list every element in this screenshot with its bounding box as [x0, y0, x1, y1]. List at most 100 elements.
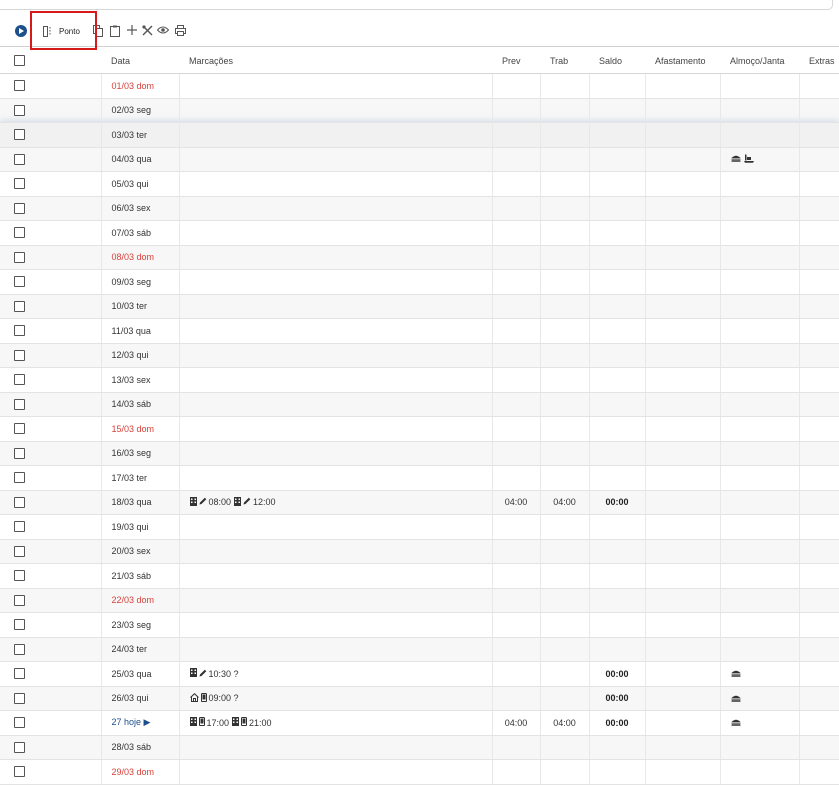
time-mark[interactable]: 09:00 ?: [189, 692, 239, 704]
row-checkbox[interactable]: [14, 129, 25, 141]
print-icon[interactable]: [175, 25, 186, 36]
row-marcacoes[interactable]: [178, 588, 492, 613]
row-marcacoes[interactable]: [178, 122, 492, 148]
row-marcacoes[interactable]: 08:00 12:00: [178, 490, 492, 515]
row-date[interactable]: 01/03 dom: [100, 73, 179, 99]
row-date[interactable]: 04/03 qua: [100, 147, 179, 172]
row-date[interactable]: 24/03 ter: [100, 637, 179, 662]
col-trab[interactable]: Trab: [540, 48, 589, 74]
row-date[interactable]: 20/03 sex: [100, 539, 179, 564]
row-marcacoes[interactable]: [178, 514, 492, 540]
select-all-checkbox[interactable]: [14, 55, 25, 67]
table-row[interactable]: 15/03 dom: [0, 416, 839, 442]
row-checkbox[interactable]: [14, 227, 25, 239]
row-checkbox[interactable]: [14, 643, 25, 655]
row-checkbox[interactable]: [14, 717, 25, 729]
row-date[interactable]: 15/03 dom: [100, 416, 179, 442]
table-row[interactable]: 22/03 dom: [0, 588, 839, 613]
row-date[interactable]: 06/03 sex: [100, 196, 179, 221]
row-marcacoes[interactable]: [178, 73, 492, 99]
row-date[interactable]: 12/03 qui: [100, 343, 179, 368]
table-row[interactable]: 19/03 qui: [0, 514, 839, 540]
row-checkbox[interactable]: [14, 276, 25, 288]
row-checkbox[interactable]: [14, 398, 25, 410]
row-date[interactable]: 10/03 ter: [100, 294, 179, 319]
row-marcacoes[interactable]: [178, 759, 492, 785]
table-row[interactable]: 23/03 seg: [0, 612, 839, 638]
play-icon[interactable]: [15, 25, 27, 37]
time-mark[interactable]: 21:00: [232, 717, 272, 728]
plus-icon[interactable]: [127, 25, 137, 35]
row-date[interactable]: 14/03 sáb: [100, 392, 179, 417]
row-date[interactable]: 13/03 sex: [100, 367, 179, 393]
row-date[interactable]: 17/03 ter: [100, 465, 179, 491]
time-mark[interactable]: 10:30 ?: [189, 668, 239, 679]
row-date[interactable]: 09/03 seg: [100, 269, 179, 295]
burger-icon[interactable]: [731, 718, 741, 728]
table-row[interactable]: 28/03 sáb: [0, 735, 839, 760]
table-row[interactable]: 01/03 dom: [0, 73, 839, 99]
table-row[interactable]: 29/03 dom: [0, 759, 839, 785]
row-checkbox[interactable]: [14, 447, 25, 459]
row-date[interactable]: 05/03 qui: [100, 171, 179, 197]
table-row[interactable]: 20/03 sex: [0, 539, 839, 564]
col-marcacoes[interactable]: Marcações: [179, 48, 492, 74]
col-data[interactable]: Data: [101, 48, 179, 74]
row-marcacoes[interactable]: [178, 563, 492, 589]
row-date[interactable]: 25/03 qua: [100, 661, 179, 687]
table-row[interactable]: 04/03 qua: [0, 147, 839, 172]
row-checkbox[interactable]: [14, 594, 25, 606]
row-marcacoes[interactable]: [178, 147, 492, 172]
burger-icon[interactable]: [731, 669, 741, 679]
row-marcacoes[interactable]: [178, 392, 492, 417]
table-row[interactable]: 25/03 qua 10:30 ? 00:00: [0, 661, 839, 687]
row-checkbox[interactable]: [14, 545, 25, 557]
row-date[interactable]: 27 hoje ▶: [100, 710, 179, 736]
table-row[interactable]: 14/03 sáb: [0, 392, 839, 417]
row-checkbox[interactable]: [14, 325, 25, 337]
table-row[interactable]: 27 hoje ▶ 17:00 21:00 04:00 04:00 00:00: [0, 710, 839, 736]
row-checkbox[interactable]: [14, 521, 25, 533]
row-marcacoes[interactable]: [178, 735, 492, 760]
row-marcacoes[interactable]: [178, 367, 492, 393]
row-date[interactable]: 21/03 sáb: [100, 563, 179, 589]
clipboard-icon[interactable]: [110, 25, 120, 37]
row-checkbox[interactable]: [14, 619, 25, 631]
row-marcacoes[interactable]: [178, 196, 492, 221]
row-checkbox[interactable]: [14, 251, 25, 263]
eye-icon[interactable]: [157, 25, 169, 35]
table-row[interactable]: 02/03 seg: [0, 98, 839, 123]
row-marcacoes[interactable]: [178, 343, 492, 368]
table-row[interactable]: 13/03 sex: [0, 367, 839, 393]
table-row[interactable]: 11/03 qua: [0, 318, 839, 344]
table-row[interactable]: 07/03 sáb: [0, 220, 839, 246]
table-row[interactable]: 12/03 qui: [0, 343, 839, 368]
row-marcacoes[interactable]: [178, 220, 492, 246]
row-date[interactable]: 07/03 sáb: [100, 220, 179, 246]
row-marcacoes[interactable]: [178, 637, 492, 662]
row-marcacoes[interactable]: [178, 441, 492, 466]
row-marcacoes[interactable]: [178, 416, 492, 442]
row-checkbox[interactable]: [14, 202, 25, 214]
row-marcacoes[interactable]: [178, 98, 492, 123]
col-afastamento[interactable]: Afastamento: [645, 48, 720, 74]
table-row[interactable]: 17/03 ter: [0, 465, 839, 491]
row-checkbox[interactable]: [14, 300, 25, 312]
row-date[interactable]: 26/03 qui: [100, 686, 179, 711]
row-checkbox[interactable]: [14, 570, 25, 582]
row-marcacoes[interactable]: 17:00 21:00: [178, 710, 492, 736]
row-date[interactable]: 03/03 ter: [100, 122, 179, 148]
row-marcacoes[interactable]: [178, 465, 492, 491]
table-row[interactable]: 06/03 sex: [0, 196, 839, 221]
time-mark[interactable]: 12:00: [234, 496, 276, 508]
table-row[interactable]: 03/03 ter: [0, 122, 839, 148]
table-row[interactable]: 05/03 qui: [0, 171, 839, 197]
row-checkbox[interactable]: [14, 423, 25, 435]
row-marcacoes[interactable]: 09:00 ?: [178, 686, 492, 711]
table-row[interactable]: 26/03 qui 09:00 ? 00:00: [0, 686, 839, 711]
row-marcacoes[interactable]: 10:30 ?: [178, 661, 492, 687]
row-checkbox[interactable]: [14, 178, 25, 190]
row-checkbox[interactable]: [14, 692, 25, 704]
row-checkbox[interactable]: [14, 349, 25, 361]
row-marcacoes[interactable]: [178, 245, 492, 270]
